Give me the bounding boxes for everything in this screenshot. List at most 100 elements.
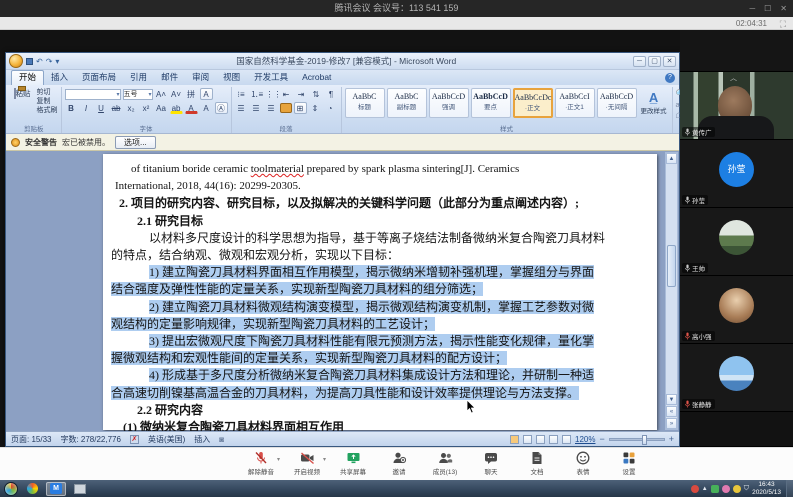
video-dropdown-icon[interactable]: ▾	[323, 456, 326, 463]
subscript-icon[interactable]: x₂	[125, 102, 138, 114]
style-body-selected[interactable]: AaBbCcDc·正文	[513, 88, 553, 118]
paste-button[interactable]: 粘贴	[10, 88, 34, 118]
style-keypoint[interactable]: AaBbCcD要点	[471, 88, 511, 118]
network-icon[interactable]: ⛉	[744, 485, 749, 493]
copy-button[interactable]: 复制	[37, 97, 58, 106]
sort-icon[interactable]: ⇅	[310, 88, 323, 100]
line-spacing-icon[interactable]: ⇕	[309, 102, 322, 114]
format-painter-button[interactable]: 格式刷	[37, 106, 58, 115]
align-right-icon[interactable]: ☰	[265, 102, 278, 114]
highlight-color-icon[interactable]: ab	[170, 102, 183, 114]
change-styles-button[interactable]: A̲更改样式	[639, 91, 669, 115]
participant-tile-video[interactable]: ︿ 黄传广	[680, 72, 793, 140]
tab-review[interactable]: 审阅	[185, 70, 216, 85]
tab-acrobat[interactable]: Acrobat	[295, 70, 338, 85]
zoom-slider[interactable]	[609, 438, 665, 441]
bullets-icon[interactable]: ⁝≡	[235, 88, 248, 100]
settings-button[interactable]: 设置	[611, 451, 647, 476]
tab-mailings[interactable]: 邮件	[154, 70, 185, 85]
style-nospacing[interactable]: AaBbCcD·无间隔	[597, 88, 637, 118]
bold-icon[interactable]: B	[65, 102, 78, 114]
style-body1[interactable]: AaBbCcI·正文1	[555, 88, 595, 118]
participant-tile[interactable]: 张静静	[680, 344, 793, 412]
emoji-button[interactable]: 表情	[565, 451, 601, 476]
minimize-button[interactable]: ─	[749, 0, 755, 17]
participant-tile[interactable]: 孙莹 孙莹	[680, 140, 793, 208]
qat-dropdown-icon[interactable]: ▾	[55, 57, 59, 66]
taskbar-app-browser[interactable]	[22, 482, 42, 496]
shrink-font-icon[interactable]: A˅	[170, 88, 183, 100]
scroll-up-icon[interactable]: ▲	[666, 153, 677, 164]
align-center-icon[interactable]: ☰	[250, 102, 263, 114]
collapse-icon[interactable]: ︿	[730, 73, 737, 83]
word-minimize-button[interactable]: ─	[633, 56, 646, 67]
taskbar-clock[interactable]: 16:43 2020/5/13	[752, 481, 781, 496]
tab-view[interactable]: 视图	[216, 70, 247, 85]
vertical-scrollbar[interactable]: ▲ ▼ « »	[665, 152, 678, 430]
multilevel-list-icon[interactable]: ⋮⋮	[265, 88, 278, 100]
style-subtitle[interactable]: AaBbC副标题	[387, 88, 427, 118]
char-shading-icon[interactable]: A	[200, 102, 213, 114]
spellcheck-icon[interactable]: ✗	[130, 435, 139, 444]
increase-indent-icon[interactable]: ⇥	[295, 88, 308, 100]
participant-tile[interactable]: 高小强	[680, 276, 793, 344]
word-count[interactable]: 字数: 278/22,776	[60, 434, 120, 445]
fill-color-icon[interactable]: ◔	[324, 102, 337, 114]
tab-developer[interactable]: 开发工具	[247, 70, 295, 85]
numbering-icon[interactable]: ⒈≡	[250, 88, 263, 100]
italic-icon[interactable]: I	[80, 102, 93, 114]
maximize-button[interactable]: ☐	[764, 0, 771, 17]
tab-page-layout[interactable]: 页面布局	[75, 70, 123, 85]
security-options-button[interactable]: 选项...	[115, 136, 156, 149]
insert-mode[interactable]: 插入	[194, 434, 210, 445]
participant-tile-empty[interactable]	[680, 30, 793, 72]
view-fullscreen-icon[interactable]	[523, 435, 532, 444]
participant-tile[interactable]: 王帅	[680, 208, 793, 276]
strikethrough-icon[interactable]: ab	[110, 102, 123, 114]
chat-button[interactable]: 聊天	[473, 451, 509, 476]
scrollbar-thumb[interactable]	[667, 245, 676, 287]
taskbar-app-meeting[interactable]: M	[46, 482, 66, 496]
view-print-layout-icon[interactable]	[510, 435, 519, 444]
align-left-icon[interactable]: ☰	[235, 102, 248, 114]
zoom-slider-thumb[interactable]	[642, 435, 647, 445]
word-close-button[interactable]: ✕	[663, 56, 676, 67]
tab-home[interactable]: 开始	[11, 70, 44, 85]
previous-page-icon[interactable]: «	[666, 406, 677, 417]
font-size-select[interactable]: 五号▾	[123, 89, 153, 100]
close-button[interactable]: ✕	[780, 0, 787, 17]
enclose-char-icon[interactable]: Ⓐ	[215, 102, 228, 114]
view-web-layout-icon[interactable]	[536, 435, 545, 444]
grow-font-icon[interactable]: A˄	[155, 88, 168, 100]
zoom-in-icon[interactable]: +	[669, 435, 674, 444]
tab-references[interactable]: 引用	[123, 70, 154, 85]
save-icon[interactable]	[26, 58, 33, 65]
show-desktop-button[interactable]	[786, 480, 793, 497]
fullscreen-icon[interactable]: ⛶	[780, 18, 786, 30]
document-page[interactable]: of titanium boride ceramic toolmaterial …	[103, 154, 657, 430]
members-button[interactable]: 成员(13)	[427, 451, 463, 476]
tray-yellow-icon[interactable]	[733, 485, 741, 493]
macro-record-icon[interactable]: ◙	[219, 435, 224, 444]
view-draft-icon[interactable]	[562, 435, 571, 444]
redo-icon[interactable]: ↷	[46, 57, 53, 66]
mic-dropdown-icon[interactable]: ▾	[277, 456, 280, 463]
font-color-icon[interactable]: A	[185, 102, 198, 114]
tray-expand-icon[interactable]: ▲	[702, 486, 708, 492]
view-outline-icon[interactable]	[549, 435, 558, 444]
decrease-indent-icon[interactable]: ⇤	[280, 88, 293, 100]
style-title[interactable]: AaBbC标题	[345, 88, 385, 118]
word-restore-button[interactable]: ▢	[648, 56, 661, 67]
docs-button[interactable]: 文档	[519, 451, 555, 476]
start-button[interactable]	[4, 482, 18, 496]
superscript-icon[interactable]: x²	[140, 102, 153, 114]
char-border-icon[interactable]: A	[200, 88, 213, 100]
tray-pink-icon[interactable]	[722, 485, 730, 493]
page-indicator[interactable]: 页面: 15/33	[11, 434, 51, 445]
underline-icon[interactable]: U	[95, 102, 108, 114]
borders-icon[interactable]: ⊞	[294, 102, 307, 114]
tab-insert[interactable]: 插入	[44, 70, 75, 85]
unmute-button[interactable]: 解除静音 ▾	[243, 451, 279, 476]
change-case-icon[interactable]: Aa	[155, 102, 168, 114]
invite-button[interactable]: 邀请	[381, 451, 417, 476]
